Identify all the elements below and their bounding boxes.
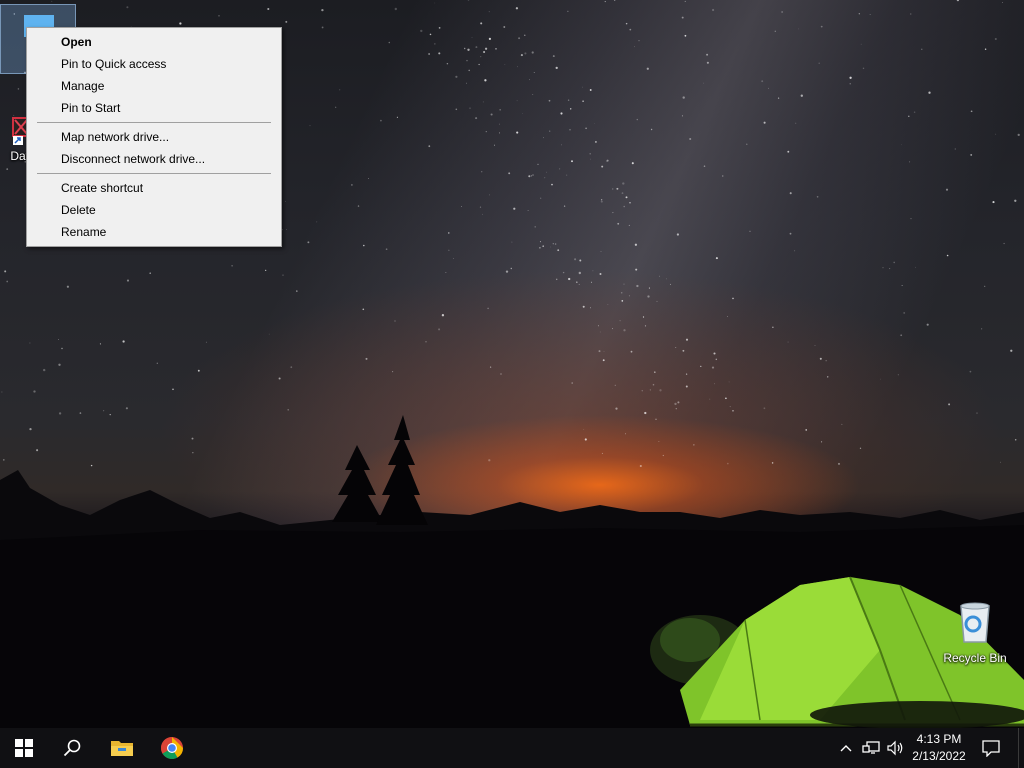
search-icon bbox=[63, 739, 81, 757]
chrome-button[interactable] bbox=[148, 728, 196, 768]
network-button[interactable] bbox=[858, 728, 884, 768]
taskbar-clock[interactable]: 4:13 PM 2/13/2022 bbox=[908, 728, 970, 768]
show-desktop-button[interactable] bbox=[1018, 728, 1024, 768]
recycle-bin-desktop-icon[interactable]: Recycle Bin bbox=[937, 600, 1013, 665]
menu-item-manage[interactable]: Manage bbox=[27, 75, 281, 97]
windows-start-icon bbox=[15, 739, 33, 757]
desktop-icon-label: Recycle Bin bbox=[943, 651, 1007, 665]
chrome-icon bbox=[161, 737, 183, 759]
menu-item-pin-to-quick-access[interactable]: Pin to Quick access bbox=[27, 53, 281, 75]
start-button[interactable] bbox=[0, 728, 48, 768]
menu-separator bbox=[37, 173, 271, 174]
volume-button[interactable] bbox=[884, 728, 908, 768]
recycle-bin-icon bbox=[960, 602, 990, 643]
file-explorer-icon bbox=[111, 741, 133, 756]
context-menu: Open Pin to Quick access Manage Pin to S… bbox=[26, 27, 282, 247]
menu-item-rename[interactable]: Rename bbox=[27, 221, 281, 243]
network-icon bbox=[862, 741, 880, 754]
show-hidden-icons-button[interactable] bbox=[834, 728, 858, 768]
chevron-up-icon bbox=[840, 745, 852, 752]
file-explorer-button[interactable] bbox=[98, 728, 146, 768]
search-button[interactable] bbox=[48, 728, 96, 768]
menu-item-delete[interactable]: Delete bbox=[27, 199, 281, 221]
clock-date: 2/13/2022 bbox=[912, 749, 966, 763]
action-center-icon bbox=[982, 740, 1000, 757]
clock-time: 4:13 PM bbox=[916, 732, 962, 746]
menu-item-open[interactable]: Open bbox=[27, 31, 281, 53]
action-center-button[interactable] bbox=[968, 728, 1014, 768]
menu-separator bbox=[37, 122, 271, 123]
menu-item-pin-to-start[interactable]: Pin to Start bbox=[27, 97, 281, 119]
menu-item-create-shortcut[interactable]: Create shortcut bbox=[27, 177, 281, 199]
menu-item-map-network-drive[interactable]: Map network drive... bbox=[27, 126, 281, 148]
volume-icon bbox=[887, 740, 903, 756]
taskbar: 4:13 PM 2/13/2022 bbox=[0, 728, 1024, 768]
menu-item-disconnect-network-drive[interactable]: Disconnect network drive... bbox=[27, 148, 281, 170]
desktop[interactable]: T Data Recycle Bin Open Pin to Quick acc… bbox=[0, 0, 1024, 768]
